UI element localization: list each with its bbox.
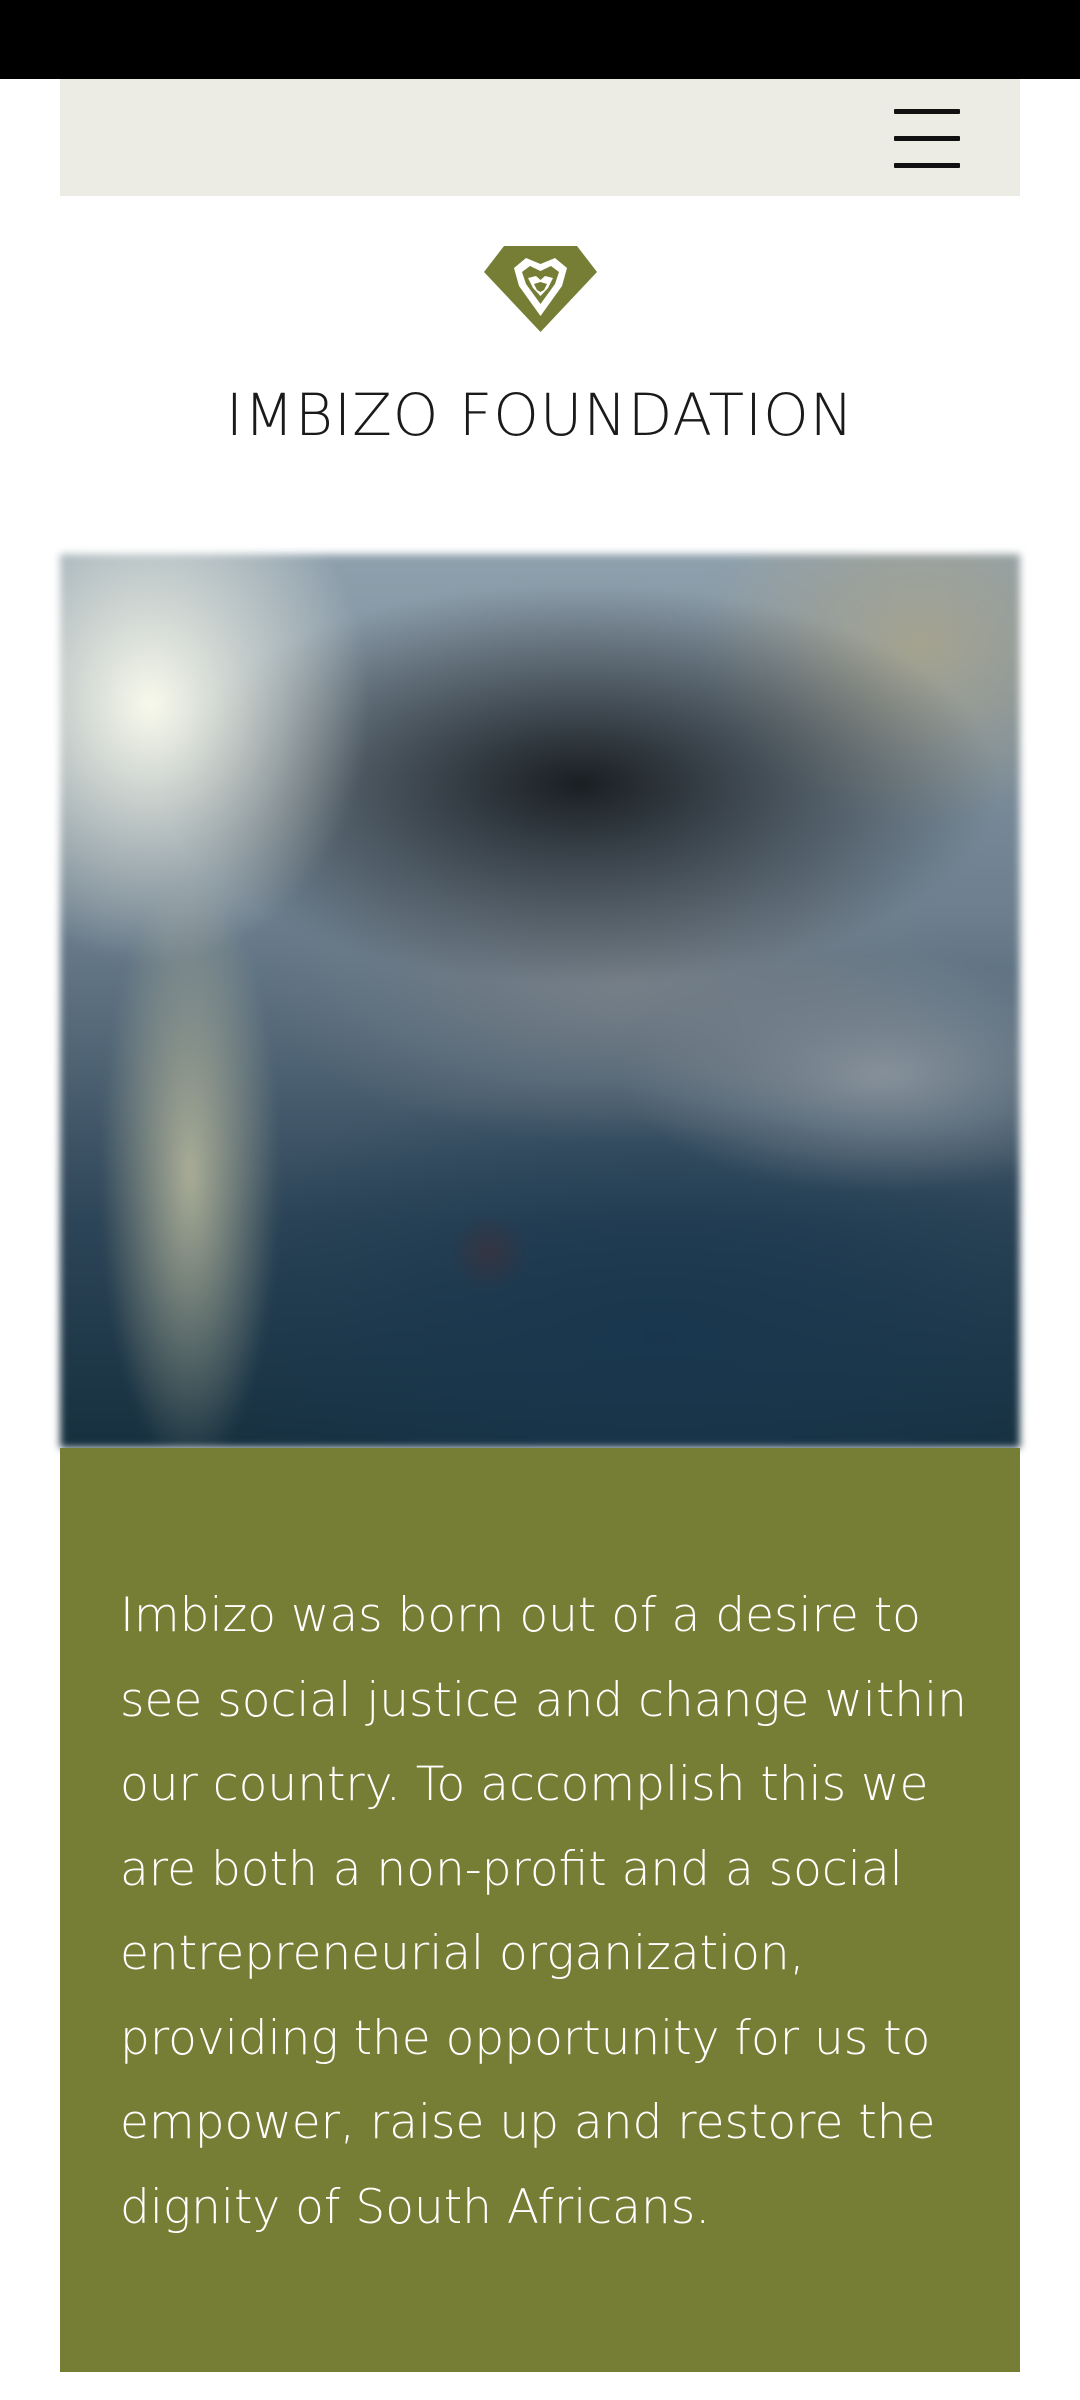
menu-line xyxy=(894,136,960,141)
site-title: IMBIZO FOUNDATION xyxy=(225,381,855,449)
menu-line xyxy=(894,109,960,114)
status-bar xyxy=(0,0,1080,79)
hamburger-menu-icon[interactable] xyxy=(894,107,960,169)
menu-line xyxy=(894,163,960,168)
hero-image xyxy=(60,554,1020,1448)
about-panel: Imbizo was born out of a desire to see s… xyxy=(60,1448,1020,2372)
site-header xyxy=(60,79,1020,196)
about-text: Imbizo was born out of a desire to see s… xyxy=(120,1588,967,2235)
lion-logo-icon[interactable] xyxy=(484,246,597,332)
